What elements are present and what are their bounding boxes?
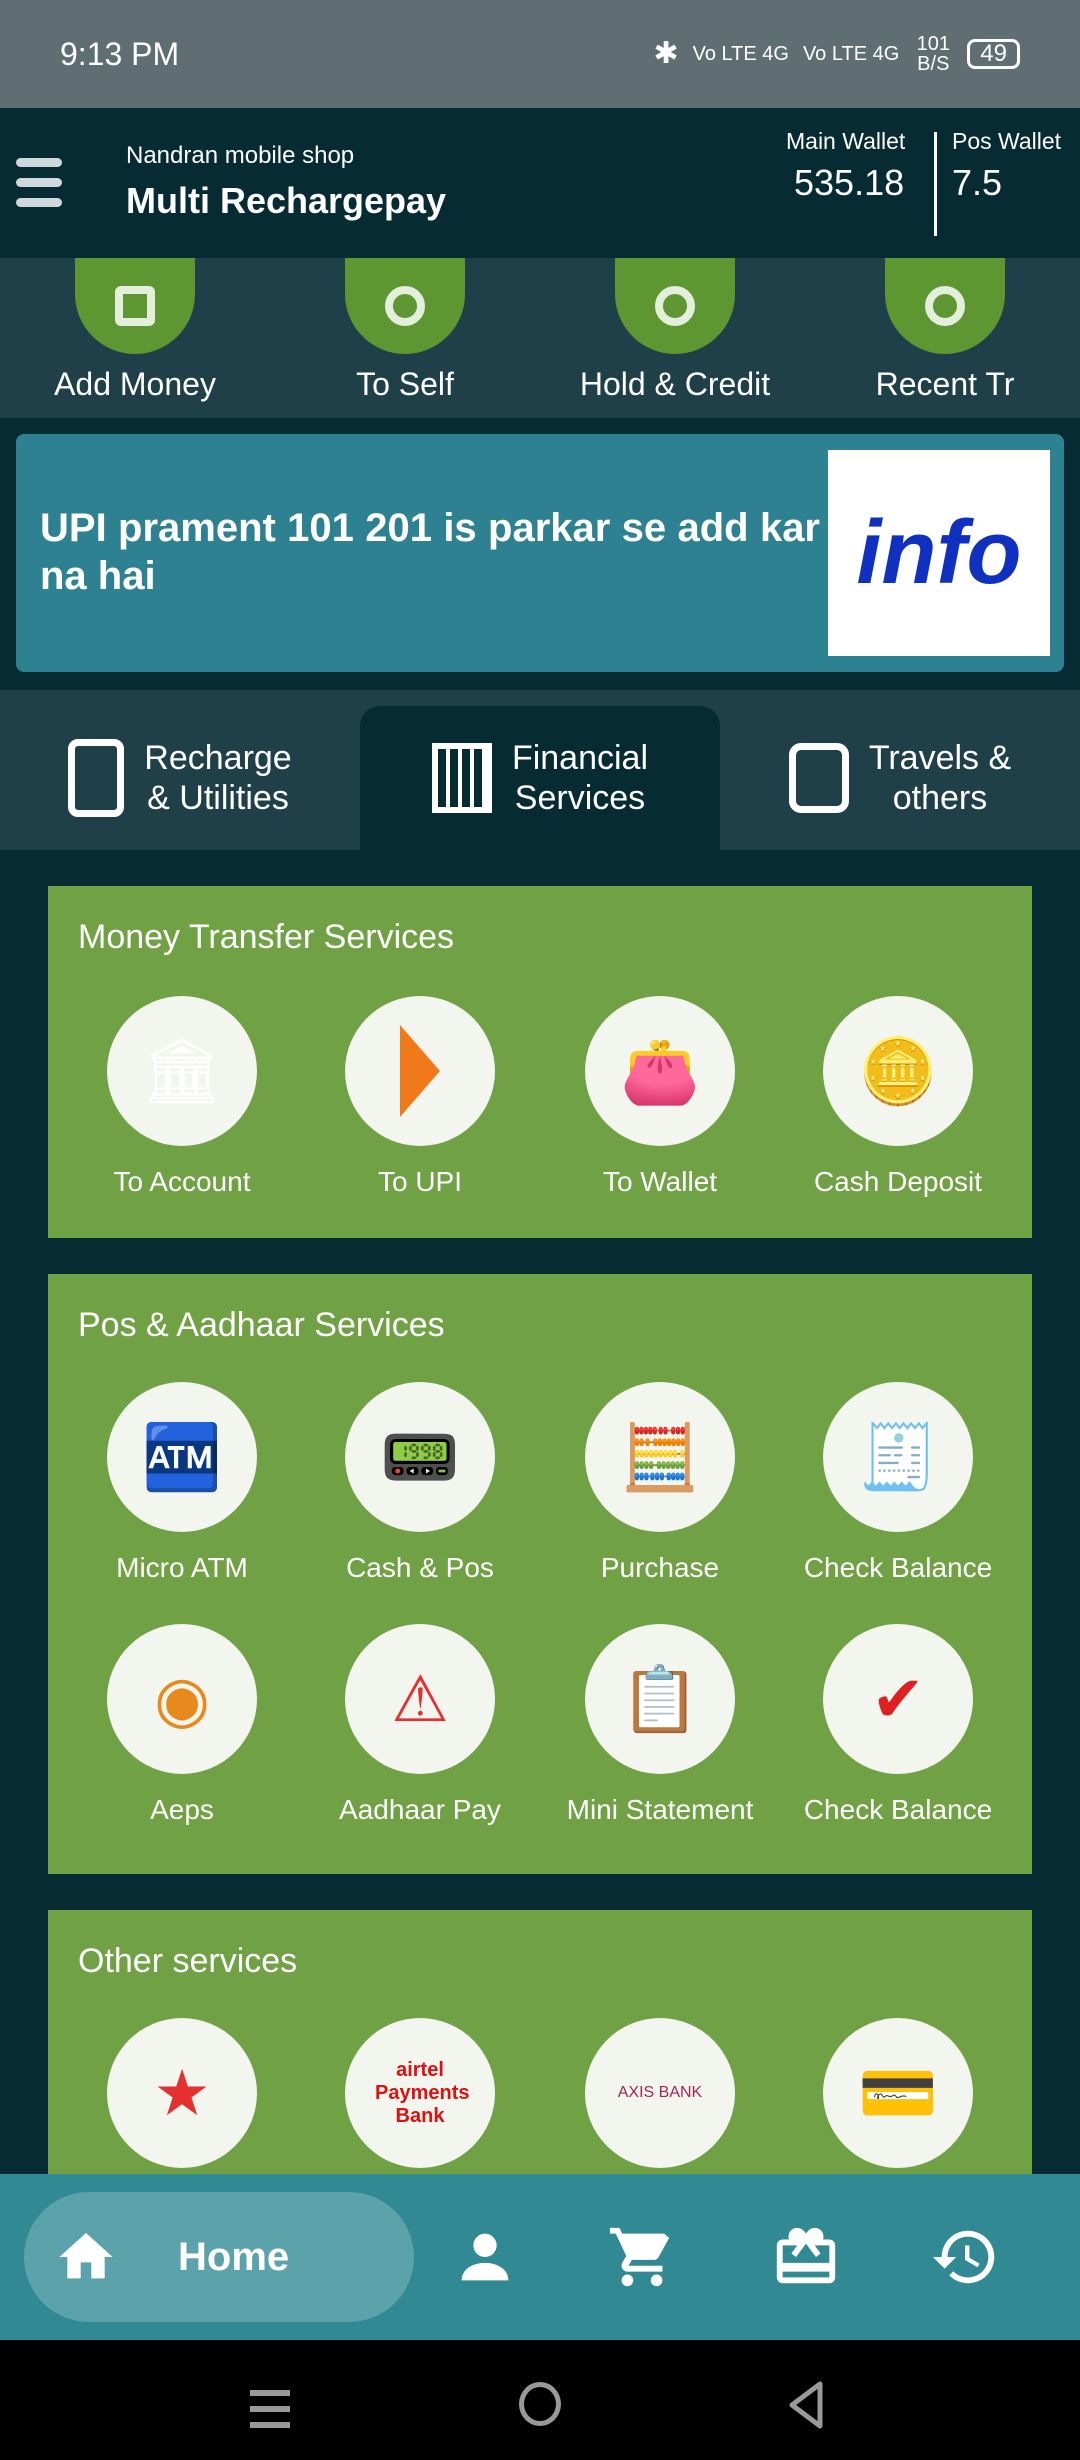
section-title: Money Transfer Services <box>78 918 455 956</box>
to-wallet-button[interactable]: 👛 To Wallet <box>541 996 779 1198</box>
network-1: Vo LTE 4G <box>692 43 789 65</box>
hold-credit-button[interactable]: Hold & Credit <box>545 258 805 403</box>
credit-card-icon: 💳 <box>823 2018 973 2168</box>
home-icon <box>59 2233 113 2279</box>
pos-machine-icon: 📟 <box>345 1382 495 1532</box>
service-star-button[interactable]: ★ <box>63 2018 301 2168</box>
nav-home[interactable]: Home <box>24 2192 414 2322</box>
net-speed: 101 B/S <box>916 33 950 75</box>
airtel-logo: airtel Payments Bank <box>345 2018 495 2168</box>
status-bar: 9:13 PM ✱ Vo LTE 4G Vo LTE 4G 101 B/S 49 <box>0 0 1080 108</box>
micro-atm-button[interactable]: 🏧 Micro ATM <box>63 1382 301 1584</box>
person-icon[interactable] <box>450 2222 520 2292</box>
cards-button[interactable]: 💳 <box>779 2018 1017 2168</box>
cash-hand-icon: 🪙 <box>823 996 973 1146</box>
quick-actions: Add Money To Self Hold & Credit Recent T… <box>0 258 1080 418</box>
history-icon[interactable] <box>930 2222 1000 2292</box>
building-icon <box>431 743 492 813</box>
star-logo-icon: ★ <box>107 2018 257 2168</box>
mini-statement-button[interactable]: 📋 Mini Statement <box>541 1624 779 1826</box>
bus-icon <box>788 743 849 813</box>
aadhaar-pay-button[interactable]: ⚠ Aadhaar Pay <box>301 1624 539 1826</box>
aeps-button[interactable]: ◉ Aeps <box>63 1624 301 1826</box>
pos-wallet-label: Pos Wallet <box>952 128 1062 154</box>
recent-apps-button[interactable] <box>250 2390 290 2428</box>
transfer-icon <box>345 258 465 354</box>
checkmark-icon: ✔ <box>823 1624 973 1774</box>
gift-card-icon[interactable] <box>771 2222 841 2292</box>
cash-pos-button[interactable]: 📟 Cash & Pos <box>301 1382 539 1584</box>
bluetooth-icon: ✱ <box>653 37 679 70</box>
add-money-button[interactable]: Add Money <box>5 258 265 403</box>
pos-wallet-balance[interactable]: 7.5 <box>952 162 1002 204</box>
divider <box>934 132 937 236</box>
battery-icon: 49 <box>967 39 1020 69</box>
wallet-icon: 👛 <box>585 996 735 1146</box>
to-self-button[interactable]: To Self <box>275 258 535 403</box>
check-balance-button[interactable]: 🧾 Check Balance <box>779 1382 1017 1584</box>
section-title: Pos & Aadhaar Services <box>78 1306 445 1344</box>
info-image: info <box>828 450 1050 656</box>
airtel-payments-bank-button[interactable]: airtel Payments Bank <box>301 2018 539 2168</box>
money-transfer-card: Money Transfer Services 🏛 To Account To U… <box>48 886 1032 1238</box>
service-tabs: Recharge & Utilities Financial Services Tr… <box>0 690 1080 850</box>
cash-deposit-button[interactable]: 🪙 Cash Deposit <box>779 996 1017 1198</box>
main-wallet-label: Main Wallet <box>786 128 906 154</box>
statement-icon: 📋 <box>585 1624 735 1774</box>
hold-icon <box>615 258 735 354</box>
to-upi-button[interactable]: To UPI <box>301 996 539 1198</box>
upi-icon <box>345 996 495 1146</box>
purchase-button[interactable]: 🧮 Purchase <box>541 1382 779 1584</box>
phone-hand-icon <box>68 739 125 817</box>
tab-financial-services[interactable]: Financial Services <box>360 706 720 850</box>
back-button[interactable] <box>786 2380 826 2430</box>
receipt-icon: 🧾 <box>823 1382 973 1532</box>
atm-icon: 🏧 <box>107 1382 257 1532</box>
banner-text: UPI prament 101 201 is parkar se add kar… <box>40 506 820 598</box>
axis-bank-logo: AXIS BANK <box>585 2018 735 2168</box>
app-title: Multi Rechargepay <box>126 180 447 221</box>
axis-bank-button[interactable]: AXIS BANK <box>541 2018 779 2168</box>
cart-icon[interactable] <box>607 2222 677 2292</box>
shop-name: Nandran mobile shop <box>126 142 355 169</box>
system-navigation-bar <box>0 2340 1080 2460</box>
network-2: Vo LTE 4G <box>802 43 900 65</box>
info-banner[interactable]: UPI prament 101 201 is parkar se add kar… <box>16 434 1064 672</box>
to-account-button[interactable]: 🏛 To Account <box>63 996 301 1198</box>
check-balance-button-2[interactable]: ✔ Check Balance <box>779 1624 1017 1826</box>
fingerprint-warning-icon: ⚠ <box>345 1624 495 1774</box>
card-machine-icon: 🧮 <box>585 1382 735 1532</box>
app-header: Nandran mobile shop Multi Rechargepay Ma… <box>0 108 1080 258</box>
section-title: Other services <box>78 1942 298 1980</box>
bank-icon: 🏛 <box>107 996 257 1146</box>
bottom-navigation: Home <box>0 2174 1080 2340</box>
clock-icon <box>885 258 1005 354</box>
home-system-button[interactable] <box>519 2382 561 2426</box>
menu-icon[interactable] <box>16 158 86 208</box>
other-services-card: Other services ★ airtel Payments Bank AX… <box>48 1910 1032 2174</box>
fingerprint-icon: ◉ <box>107 1624 257 1774</box>
status-time: 9:13 PM <box>60 35 180 72</box>
main-wallet-balance[interactable]: 535.18 <box>794 162 904 204</box>
tab-recharge-utilities[interactable]: Recharge & Utilities <box>0 706 360 850</box>
wallet-icon <box>75 258 195 354</box>
recent-transactions-button[interactable]: Recent Tr <box>815 258 1075 403</box>
pos-aadhaar-card: Pos & Aadhaar Services 🏧 Micro ATM 📟 Cash … <box>48 1274 1032 1874</box>
tab-travels-others[interactable]: Travels & others <box>720 706 1080 850</box>
